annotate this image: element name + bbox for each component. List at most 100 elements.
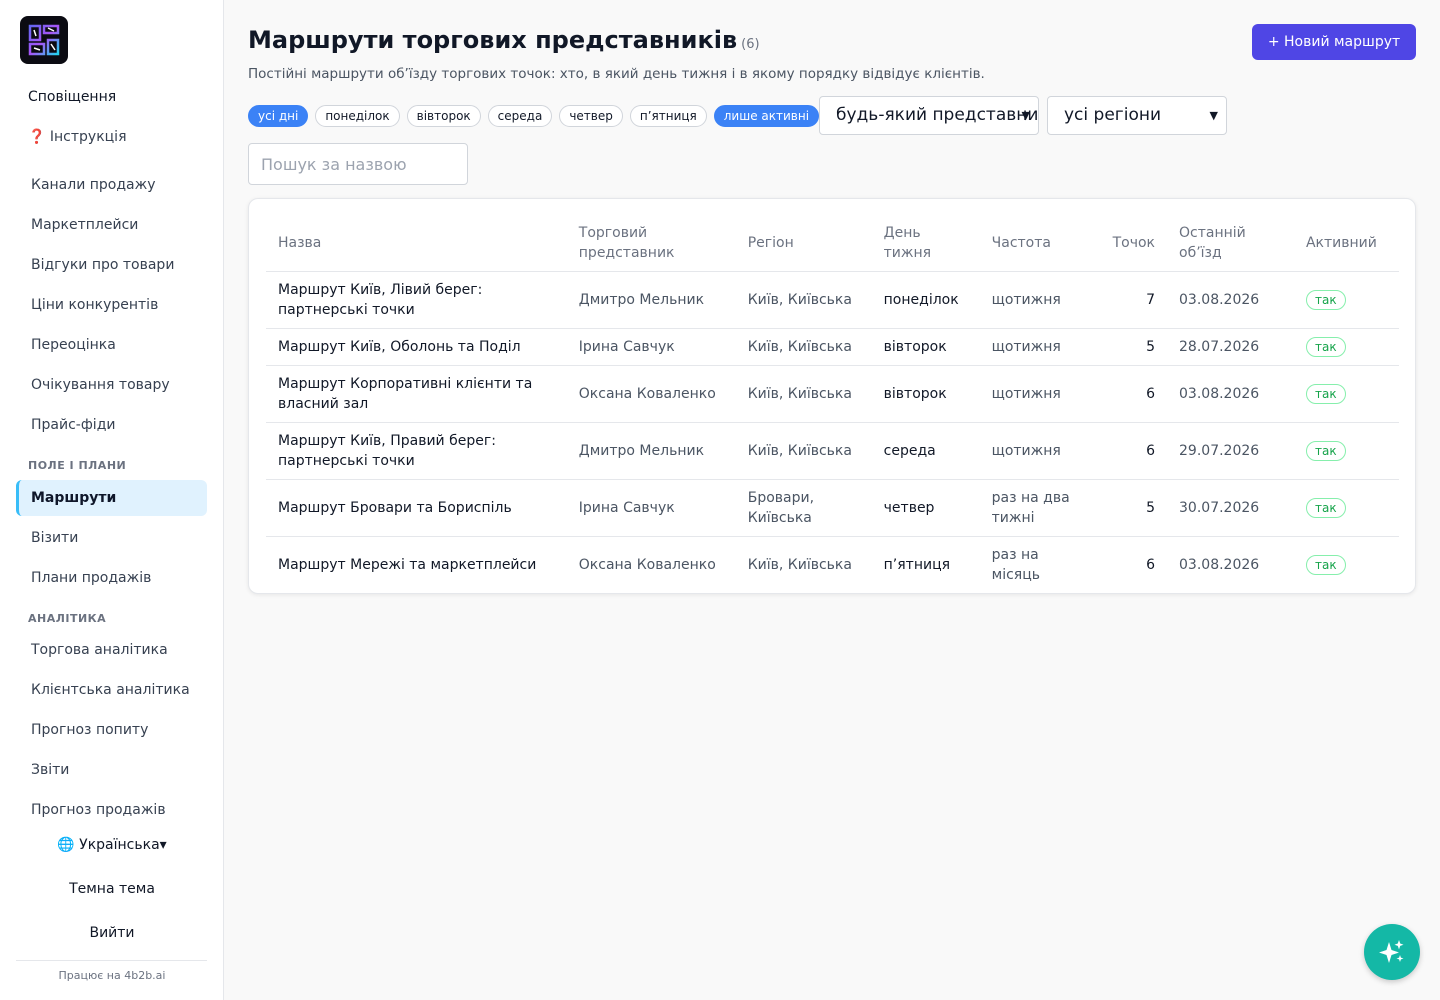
column-header-region[interactable]: Регіон [735,216,872,272]
column-header-frequency[interactable]: Частота [979,216,1101,272]
route-weekday: четвер [871,479,980,537]
route-frequency: щотижня [979,271,1101,329]
sidebar-item-competitor-prices[interactable]: Ціни конкурентів [16,287,207,323]
column-header-name[interactable]: Назва [266,216,567,272]
sidebar-item-price-feeds[interactable]: Прайс-фіди [16,407,207,443]
app-logo[interactable] [20,16,68,64]
active-badge: так [1305,336,1346,357]
chip-wednesday[interactable]: середа [487,105,553,127]
region-select-value: усі регіони [1064,105,1162,125]
route-active-cell: так [1293,365,1399,423]
route-weekday: вівторок [871,328,980,366]
route-last-visit: 28.07.2026 [1167,328,1294,366]
chip-friday[interactable]: п’ятниця [629,105,707,127]
column-header-points[interactable]: Точок [1100,216,1168,272]
route-points: 7 [1100,271,1168,329]
route-region: Бровари, Київська [735,479,872,537]
chip-thursday[interactable]: четвер [559,105,623,127]
page-subtitle: Постійні маршрути об’їзду торгових точок… [248,66,985,82]
active-badge: так [1305,554,1346,575]
rep-select-value: будь-який представник [836,105,1039,125]
column-header-active[interactable]: Активний [1293,216,1399,272]
chip-all-days[interactable]: усі дні [248,105,309,127]
route-active-cell: так [1293,328,1399,366]
sidebar-item-sales-plans[interactable]: Плани продажів [16,560,207,596]
column-header-last-visit[interactable]: Останній об’їзд [1167,216,1294,272]
table-row[interactable]: Маршрут Мережі та маркетплейси Оксана Ко… [266,536,1399,594]
notifications-link[interactable]: Сповіщення [28,89,116,105]
sidebar-item-demand-forecast[interactable]: Прогноз попиту [16,712,207,748]
route-name[interactable]: Маршрут Київ, Правий берег: партнерські … [266,422,567,480]
route-rep: Дмитро Мельник [566,422,736,480]
route-frequency: щотижня [979,422,1101,480]
table-row[interactable]: Маршрут Бровари та Бориспіль Ірина Савчу… [266,479,1399,537]
table-row[interactable]: Маршрут Корпоративні клієнти та власний … [266,365,1399,423]
sidebar-item-marketplaces[interactable]: Маркетплейси [16,207,207,243]
chip-only-active[interactable]: лише активні [713,105,820,127]
route-region: Київ, Київська [735,271,872,329]
region-select[interactable]: усі регіони ▼ [1047,96,1227,135]
route-weekday: понеділок [871,271,980,329]
sidebar-item-sales-channels[interactable]: Канали продажу [16,167,207,203]
route-name[interactable]: Маршрут Бровари та Бориспіль [266,479,567,537]
route-last-visit: 03.08.2026 [1167,365,1294,423]
sidebar-item-client-analytics[interactable]: Клієнтська аналітика [16,672,207,708]
route-weekday: середа [871,422,980,480]
table-row[interactable]: Маршрут Київ, Оболонь та Поділ Ірина Сав… [266,328,1399,366]
language-select[interactable]: 🌐 Українська▾ [0,837,224,853]
route-name[interactable]: Маршрут Київ, Оболонь та Поділ [266,328,567,366]
route-name[interactable]: Маршрут Мережі та маркетплейси [266,536,567,594]
route-name[interactable]: Маршрут Київ, Лівий берег: партнерські т… [266,271,567,329]
route-rep: Оксана Коваленко [566,365,736,423]
routes-card: Назва Торговий представник Регіон День т… [248,198,1416,594]
sidebar-item-trade-analytics[interactable]: Торгова аналітика [16,632,207,668]
page-title-text: Маршрути торгових представників [248,26,738,54]
sidebar-item-sales-forecast[interactable]: Прогноз продажів [16,792,207,828]
sidebar-item-routes[interactable]: Маршрути [16,480,207,516]
active-badge: так [1305,289,1346,310]
table-header-row: Назва Торговий представник Регіон День т… [266,216,1399,272]
chevron-down-icon: ▼ [1021,109,1030,122]
powered-by: Працює на 4b2b.ai [58,969,166,982]
route-active-cell: так [1293,422,1399,480]
4b2b-logo-icon [28,24,60,56]
chip-monday[interactable]: понеділок [315,105,400,127]
logout-button[interactable]: Вийти [0,925,224,941]
route-region: Київ, Київська [735,328,872,366]
route-name[interactable]: Маршрут Корпоративні клієнти та власний … [266,365,567,423]
active-badge: так [1305,440,1346,461]
sidebar-item-repricing[interactable]: Переоцінка [16,327,207,363]
chip-tuesday[interactable]: вівторок [406,105,481,127]
active-badge: так [1305,383,1346,404]
route-frequency: раз на місяць [979,536,1101,594]
page-title: Маршрути торгових представників (6) [248,26,760,54]
section-analytics: АНАЛІТИКА [28,612,107,625]
rep-select[interactable]: будь-який представник ▼ [819,96,1039,135]
table-row[interactable]: Маршрут Київ, Лівий берег: партнерські т… [266,271,1399,329]
route-active-cell: так [1293,536,1399,594]
ai-assistant-button[interactable] [1364,924,1420,980]
route-rep: Оксана Коваленко [566,536,736,594]
route-active-cell: так [1293,479,1399,537]
sidebar-item-visits[interactable]: Візити [16,520,207,556]
sidebar-item-product-reviews[interactable]: Відгуки про товари [16,247,207,283]
route-last-visit: 03.08.2026 [1167,271,1294,329]
sidebar-item-awaiting-goods[interactable]: Очікування товару [16,367,207,403]
dark-theme-toggle[interactable]: Темна тема [0,881,224,897]
route-points: 6 [1100,422,1168,480]
active-badge: так [1305,497,1346,518]
chevron-down-icon: ▼ [1209,109,1218,122]
column-header-weekday[interactable]: День тижня [871,216,980,272]
route-rep: Дмитро Мельник [566,271,736,329]
sidebar-item-reports[interactable]: Звіти [16,752,207,788]
column-header-rep[interactable]: Торговий представник [566,216,736,272]
sidebar-divider [16,960,207,961]
route-frequency: щотижня [979,328,1101,366]
search-input[interactable] [248,143,468,185]
route-points: 5 [1100,328,1168,366]
day-filter-chips: усі дні понеділок вівторок середа четвер… [248,105,820,127]
route-weekday: вівторок [871,365,980,423]
new-route-button[interactable]: + Новий маршрут [1252,24,1416,60]
help-link[interactable]: ❓ Інструкція [28,129,127,145]
table-row[interactable]: Маршрут Київ, Правий берег: партнерські … [266,422,1399,480]
